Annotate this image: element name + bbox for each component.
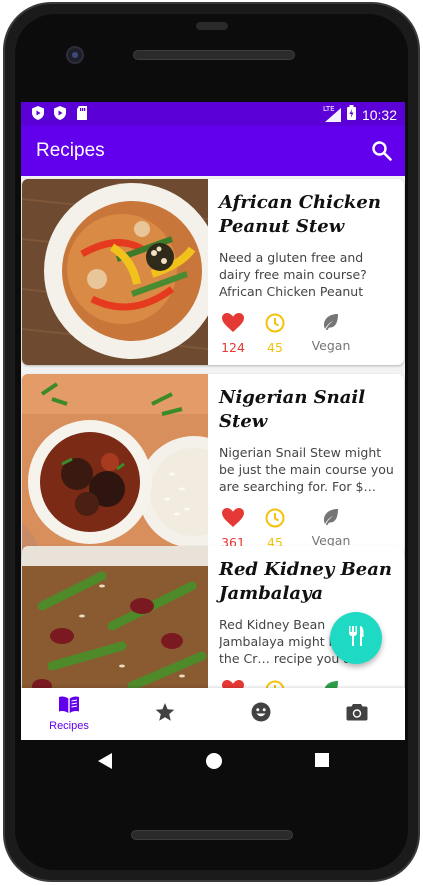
signal-icon: LTE	[322, 104, 341, 122]
top-speaker	[133, 50, 295, 60]
heart-icon	[222, 680, 244, 688]
diet-stat: Vegan	[311, 508, 351, 550]
recipe-title: Nigerian Snail Stew	[219, 387, 366, 432]
front-camera	[66, 46, 84, 64]
diet-stat: Vegan	[311, 313, 351, 355]
shield-play-icon	[53, 106, 67, 120]
likes-stat: 124	[219, 313, 247, 355]
nav-item-camera[interactable]	[309, 688, 405, 740]
bottom-navigation: Recipes	[21, 688, 405, 740]
nav-item-joke[interactable]	[213, 688, 309, 740]
back-icon[interactable]	[97, 752, 113, 774]
recipe-description: Need a gluten free and dairy free main c…	[219, 250, 367, 299]
clock-icon	[265, 508, 285, 532]
shield-play-icon	[31, 106, 45, 120]
book-icon	[58, 696, 80, 718]
leaf-icon	[322, 508, 340, 530]
leaf-icon	[322, 680, 340, 688]
heart-icon	[222, 508, 244, 532]
search-icon[interactable]	[371, 140, 393, 162]
recipe-stats: 361 45 Vegan	[219, 508, 379, 550]
bottom-speaker	[131, 830, 293, 840]
sd-card-icon	[75, 106, 89, 120]
system-navigation	[21, 740, 405, 786]
app-title: Recipes	[36, 140, 105, 161]
heart-icon	[222, 313, 244, 337]
recipe-stats: 124 45 Vegan	[219, 313, 379, 355]
clock-icon	[265, 313, 285, 337]
leaf-icon	[322, 313, 340, 335]
home-icon[interactable]	[205, 752, 223, 774]
smiley-icon	[251, 702, 271, 726]
star-icon	[155, 702, 175, 726]
clock-icon	[265, 680, 285, 688]
time-stat	[261, 680, 289, 688]
recipe-image	[22, 374, 208, 560]
camera-icon	[346, 703, 368, 725]
recipe-card[interactable]: African Chicken Peanut Stew Need a glute…	[22, 179, 404, 365]
recipe-stats	[219, 680, 379, 688]
diet-label: Vegan	[311, 338, 351, 353]
clock: 10:32	[361, 106, 397, 123]
recipe-list[interactable]: African Chicken Peanut Stew Need a glute…	[21, 176, 405, 688]
recents-icon[interactable]	[314, 752, 330, 772]
nav-label-recipes: Recipes	[49, 720, 89, 732]
minutes-count: 45	[267, 340, 283, 355]
recipe-title: African Chicken Peanut Stew	[219, 192, 381, 237]
likes-stat: 361	[219, 508, 247, 550]
fab-button[interactable]	[330, 612, 382, 664]
recipe-image	[22, 179, 208, 365]
recipe-image	[22, 546, 208, 688]
recipe-card[interactable]: Nigerian Snail Stew Nigerian Snail Stew …	[22, 374, 404, 560]
earpiece	[196, 22, 228, 30]
likes-stat	[219, 680, 247, 688]
recipe-description: Nigerian Snail Stew might be just the ma…	[219, 445, 394, 494]
app-screen: LTE 10:32 Recipes African Chicken Peanut…	[21, 102, 405, 740]
fork-knife-icon	[344, 624, 368, 652]
app-bar: Recipes	[21, 126, 405, 176]
time-stat: 45	[261, 313, 289, 355]
diet-stat	[311, 680, 351, 688]
nav-item-favorites[interactable]	[117, 688, 213, 740]
status-bar: LTE 10:32	[21, 102, 405, 126]
recipe-title: Red Kidney Bean Jambalaya	[219, 559, 393, 604]
nav-item-recipes[interactable]: Recipes	[21, 688, 117, 740]
battery-icon	[346, 105, 356, 124]
likes-count: 124	[221, 340, 245, 355]
time-stat: 45	[261, 508, 289, 550]
network-type: LTE	[322, 104, 335, 113]
